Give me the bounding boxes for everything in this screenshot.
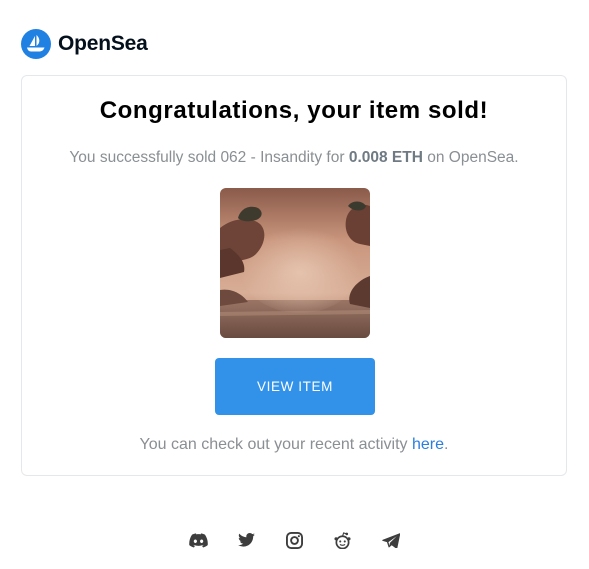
sale-summary: You successfully sold 062 - Insandity fo…: [22, 149, 566, 167]
instagram-icon[interactable]: [285, 530, 305, 550]
social-links: [0, 530, 589, 550]
brand-name: OpenSea: [58, 32, 148, 55]
activity-link[interactable]: here: [412, 436, 444, 453]
activity-suffix: .: [444, 436, 449, 453]
sale-summary-suffix: on OpenSea.: [422, 149, 519, 166]
sale-notification-card: Congratulations, your item sold! You suc…: [21, 75, 567, 476]
opensea-ship-icon: [21, 29, 51, 59]
twitter-icon[interactable]: [237, 530, 257, 550]
sale-price: 0.008 ETH: [348, 149, 423, 166]
page-title: Congratulations, your item sold!: [99, 97, 489, 124]
activity-text: You can check out your recent activity h…: [22, 436, 566, 454]
activity-prefix: You can check out your recent activity: [139, 436, 412, 453]
sale-summary-prefix: You successfully sold 062 - Insandity fo…: [69, 149, 349, 166]
reddit-icon[interactable]: [333, 530, 353, 550]
view-item-button[interactable]: VIEW ITEM: [215, 358, 375, 415]
opensea-logo[interactable]: OpenSea: [21, 29, 148, 59]
nft-image[interactable]: [220, 188, 370, 338]
telegram-icon[interactable]: [381, 530, 401, 550]
discord-icon[interactable]: [189, 530, 209, 550]
